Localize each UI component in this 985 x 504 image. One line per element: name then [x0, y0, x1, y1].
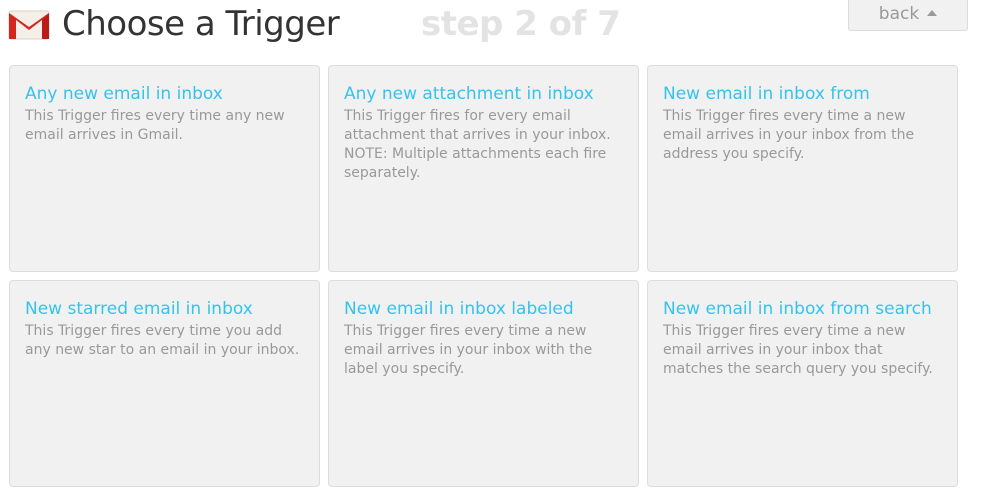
trigger-card[interactable]: New starred email in inbox This Trigger …: [9, 280, 320, 487]
trigger-title: New starred email in inbox: [25, 299, 253, 319]
trigger-description: This Trigger fires every time you add an…: [25, 323, 300, 358]
trigger-card[interactable]: Any new email in inbox This Trigger fire…: [9, 65, 320, 272]
gmail-icon: [8, 10, 50, 40]
trigger-description: This Trigger fires every time a new emai…: [663, 323, 933, 377]
trigger-title: Any new email in inbox: [25, 84, 223, 104]
trigger-card[interactable]: Any new attachment in inbox This Trigger…: [328, 65, 639, 272]
trigger-card[interactable]: New email in inbox from This Trigger fir…: [647, 65, 958, 272]
back-button-label: back: [878, 4, 920, 24]
page: Choose a Trigger step 2 of 7 back Any ne…: [0, 0, 985, 504]
step-indicator: step 2 of 7: [421, 4, 621, 44]
trigger-card[interactable]: New email in inbox labeled This Trigger …: [328, 280, 639, 487]
trigger-title: New email in inbox from search: [663, 299, 932, 319]
trigger-description: This Trigger fires for every email attac…: [344, 108, 611, 181]
trigger-title: New email in inbox labeled: [344, 299, 574, 319]
trigger-title: New email in inbox from: [663, 84, 870, 104]
trigger-card[interactable]: New email in inbox from search This Trig…: [647, 280, 958, 487]
header: Choose a Trigger step 2 of 7 back: [0, 0, 985, 56]
back-button[interactable]: back: [848, 0, 968, 31]
trigger-description: This Trigger fires every time a new emai…: [344, 323, 593, 377]
trigger-title: Any new attachment in inbox: [344, 84, 594, 104]
trigger-description: This Trigger fires every time any new em…: [25, 108, 285, 143]
caret-up-icon: [927, 10, 938, 16]
trigger-description: This Trigger fires every time a new emai…: [663, 108, 915, 162]
page-title: Choose a Trigger: [62, 4, 340, 44]
